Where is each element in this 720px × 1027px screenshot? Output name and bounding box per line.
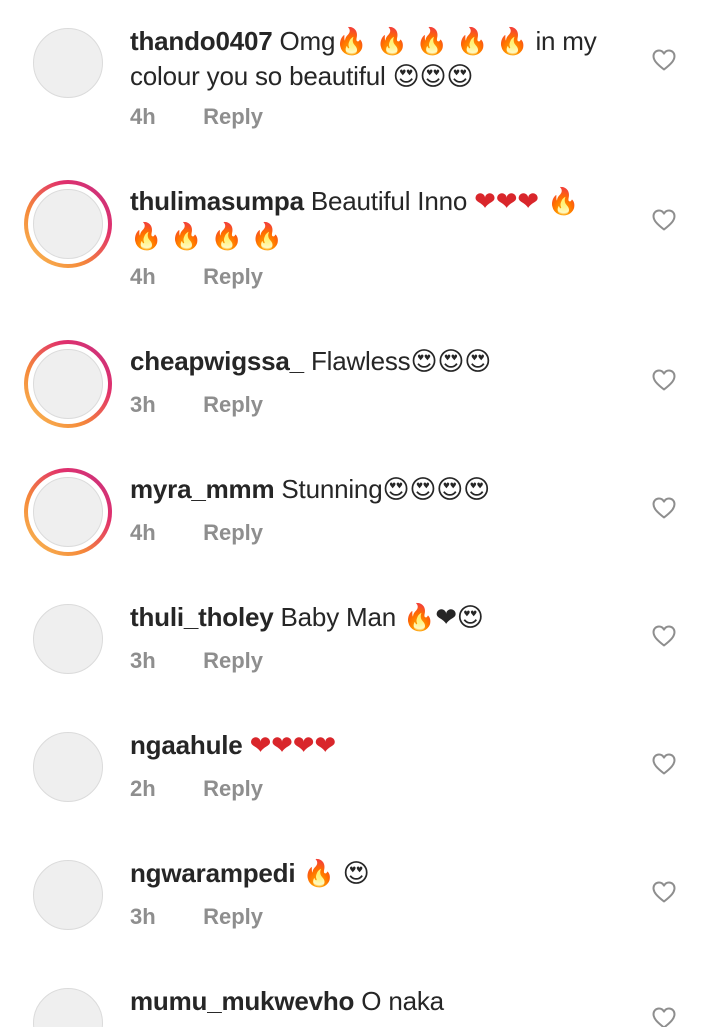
comment-time: 2h <box>130 776 156 801</box>
comment-emoji: 🔥❤😍 <box>403 603 484 633</box>
avatar[interactable] <box>24 984 112 1027</box>
reply-button[interactable]: Reply <box>203 264 263 289</box>
heart-outline-icon[interactable] <box>652 1007 676 1027</box>
comment-body: Flawless <box>310 346 411 376</box>
comment-username[interactable]: mumu_mukwevho <box>130 986 354 1016</box>
heart-outline-icon[interactable] <box>652 369 676 391</box>
comment-time: 3h <box>130 392 156 417</box>
comment-body: O naka <box>361 986 444 1016</box>
avatar-image <box>33 477 103 547</box>
reply-button[interactable]: Reply <box>203 648 263 673</box>
comment-time: 4h <box>130 264 156 289</box>
comment-username[interactable]: ngwarampedi <box>130 858 296 888</box>
avatar-image <box>33 860 103 930</box>
comment-text: ngwarampedi 🔥 😍 <box>130 856 610 891</box>
avatar-image <box>33 732 103 802</box>
comment-emoji: 😍😍😍😍 <box>382 475 491 505</box>
heart-outline-icon[interactable] <box>652 625 676 647</box>
reply-button[interactable]: Reply <box>203 776 263 801</box>
comment-username[interactable]: thulimasumpa <box>130 186 304 216</box>
comment-body: Omg <box>279 26 336 56</box>
comment-text: thando0407 Omg🔥 🔥 🔥 🔥 🔥 in my colour you… <box>130 24 610 94</box>
avatar[interactable] <box>24 24 112 112</box>
avatar-image <box>33 988 103 1027</box>
avatar-image <box>33 349 103 419</box>
comment-meta: 4h Reply <box>130 264 263 290</box>
avatar-image <box>33 604 103 674</box>
comment-emoji: 🔥 🔥 🔥 🔥 🔥 <box>335 27 529 57</box>
comment-emoji: 😍😍😍 <box>410 347 492 377</box>
comment-body: Baby Man <box>280 602 397 632</box>
comment-meta: 4h Reply <box>130 520 263 546</box>
comment-text: cheapwigssa_ Flawless😍😍😍 <box>130 344 610 379</box>
heart-outline-icon[interactable] <box>652 497 676 519</box>
avatar[interactable] <box>24 468 112 556</box>
comment-time: 3h <box>130 904 156 929</box>
comment-time: 4h <box>130 520 156 545</box>
comment-text: ngaahule ❤❤❤❤ <box>130 728 610 763</box>
avatar-image <box>33 189 103 259</box>
comment-text: thulimasumpa Beautiful Inno ❤❤❤ 🔥 🔥 🔥 🔥 … <box>130 184 610 254</box>
comment-text: myra_mmm Stunning😍😍😍😍 <box>130 472 610 507</box>
heart-outline-icon[interactable] <box>652 209 676 231</box>
comment-username[interactable]: ngaahule <box>130 730 243 760</box>
comment-meta: 4h Reply <box>130 104 263 130</box>
comment-text: mumu_mukwevho O naka <box>130 984 610 1018</box>
heart-outline-icon[interactable] <box>652 881 676 903</box>
comment-meta: 3h Reply <box>130 648 263 674</box>
comment-text: thuli_tholey Baby Man 🔥❤😍 <box>130 600 610 635</box>
comment-username[interactable]: cheapwigssa_ <box>130 346 304 376</box>
avatar[interactable] <box>24 180 112 268</box>
comment-username[interactable]: thuli_tholey <box>130 602 274 632</box>
comment-body: Beautiful Inno <box>310 186 468 216</box>
comment-meta: 2h Reply <box>130 776 263 802</box>
comment-time: 4h <box>130 104 156 129</box>
comment-meta: 3h Reply <box>130 904 263 930</box>
comment-time: 3h <box>130 648 156 673</box>
comment-emoji-continued: 😍😍😍 <box>392 62 474 92</box>
comment-username[interactable]: thando0407 <box>130 26 273 56</box>
reply-button[interactable]: Reply <box>203 904 263 929</box>
comment-emoji: ❤❤❤❤ <box>249 731 337 761</box>
comment-emoji: 🔥 😍 <box>302 859 370 889</box>
reply-button[interactable]: Reply <box>203 520 263 545</box>
avatar-image <box>33 28 103 98</box>
avatar[interactable] <box>24 856 112 944</box>
heart-outline-icon[interactable] <box>652 753 676 775</box>
comment-meta: 3h Reply <box>130 392 263 418</box>
avatar[interactable] <box>24 340 112 428</box>
comment-username[interactable]: myra_mmm <box>130 474 275 504</box>
comment-body: Stunning <box>281 474 383 504</box>
avatar[interactable] <box>24 728 112 816</box>
reply-button[interactable]: Reply <box>203 392 263 417</box>
reply-button[interactable]: Reply <box>203 104 263 129</box>
avatar[interactable] <box>24 600 112 688</box>
heart-outline-icon[interactable] <box>652 49 676 71</box>
